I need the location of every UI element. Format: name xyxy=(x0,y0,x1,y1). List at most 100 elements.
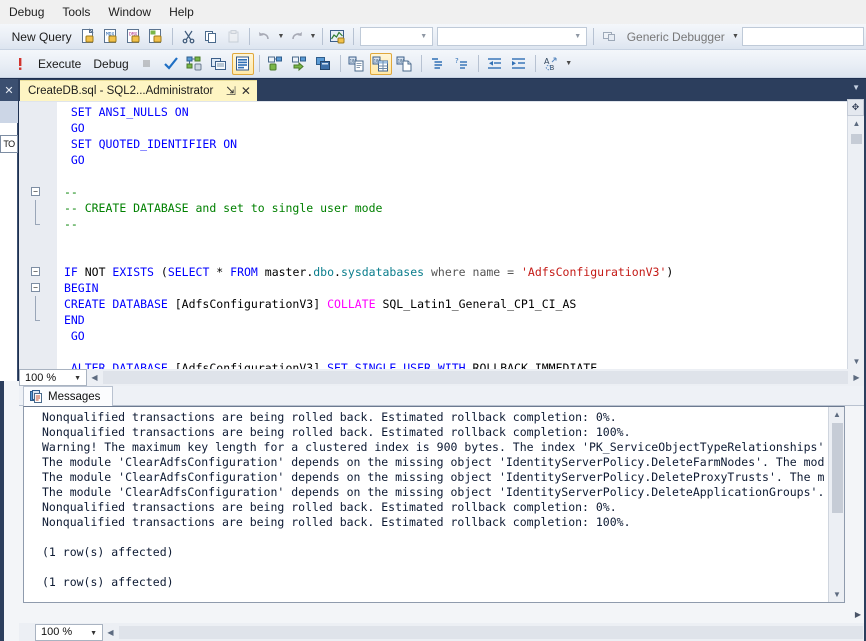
new-xmla-query-icon[interactable] xyxy=(146,26,167,48)
toolbar-overflow-icon[interactable]: ▼ xyxy=(564,60,574,67)
redo-dropdown-icon[interactable]: ▼ xyxy=(308,33,317,40)
chevron-down-icon: ▼ xyxy=(569,33,586,40)
results-pane: Messages Nonqualified transactions are b… xyxy=(19,386,864,641)
sql-editor[interactable]: SET ANSI_NULLS ON GO SET QUOTED_IDENTIFI… xyxy=(19,101,847,369)
debugger-target-icon xyxy=(599,26,620,48)
chevron-down-icon[interactable]: ▼ xyxy=(90,625,97,641)
comment-lines-icon[interactable] xyxy=(427,53,449,75)
svg-text:?: ? xyxy=(455,57,459,65)
specify-values-icon[interactable]: A B xyxy=(541,53,563,75)
execute-button[interactable]: Execute xyxy=(32,55,87,73)
editor-zoom-value: 100 % xyxy=(25,372,56,384)
code-line: GO xyxy=(57,120,847,136)
scroll-thumb[interactable] xyxy=(851,134,862,144)
scroll-track[interactable] xyxy=(119,626,863,639)
messages-vertical-scrollbar[interactable]: ▲ ▼ xyxy=(828,407,844,602)
left-panel-header xyxy=(0,101,18,123)
scroll-up-icon[interactable]: ▲ xyxy=(829,407,845,422)
new-dmx-query-icon[interactable]: DMX xyxy=(124,26,145,48)
results-zoom-value: 100 % xyxy=(41,626,72,638)
toolbar-combo-1[interactable]: ▼ xyxy=(360,27,433,46)
menu-bar: Debug Tools Window Help xyxy=(0,0,866,24)
undo-dropdown-icon[interactable]: ▼ xyxy=(276,33,285,40)
document-tab-createdb[interactable]: CreateDB.sql - SQL2...Administrator ⇲ ✕ xyxy=(20,80,257,101)
toolbar-separator xyxy=(249,28,250,45)
fold-guide xyxy=(35,216,36,224)
copy-icon[interactable] xyxy=(201,26,222,48)
connection-icon[interactable] xyxy=(313,53,335,75)
display-estimated-plan-icon[interactable] xyxy=(184,53,206,75)
parse-check-icon[interactable] xyxy=(160,53,182,75)
toolbar-separator xyxy=(535,55,536,72)
results-horizontal-scrollbar[interactable]: ◀ xyxy=(103,624,864,641)
scroll-left-icon[interactable]: ◀ xyxy=(103,625,118,640)
menu-item-debug[interactable]: Debug xyxy=(0,2,53,23)
code-line: GO xyxy=(57,328,847,344)
results-pane-expand-icon[interactable]: ▶ xyxy=(855,610,861,619)
scroll-down-icon[interactable]: ▼ xyxy=(848,354,865,369)
new-mdx-query-icon[interactable]: MDX xyxy=(101,26,122,48)
code-line: BEGIN xyxy=(57,280,847,296)
fold-guide xyxy=(35,296,36,312)
close-icon[interactable]: ✕ xyxy=(238,84,253,98)
left-panel-tag[interactable]: TO xyxy=(0,135,18,153)
scroll-track[interactable] xyxy=(103,371,848,384)
debugger-dropdown-icon[interactable]: ▼ xyxy=(731,33,740,40)
left-panel-close-stub[interactable]: ✕ xyxy=(0,79,18,101)
new-query-button[interactable]: New Query xyxy=(6,28,78,46)
results-to-grid-icon[interactable]: 101 xyxy=(370,53,392,75)
chevron-down-icon[interactable]: ▼ xyxy=(74,370,81,387)
standard-toolbar: New Query MDX DMX xyxy=(0,24,866,50)
toolbar-combo-3[interactable] xyxy=(742,27,864,46)
query-options-icon[interactable] xyxy=(208,53,230,75)
results-tab-strip xyxy=(19,386,864,406)
editor-horizontal-scrollbar[interactable]: ◀ ▶ xyxy=(87,369,864,386)
results-to-text-icon[interactable]: 101 xyxy=(346,53,368,75)
toolbar-combo-2[interactable]: ▼ xyxy=(437,27,587,46)
uncomment-lines-icon[interactable]: ? xyxy=(451,53,473,75)
scroll-left-icon[interactable]: ◀ xyxy=(87,370,102,385)
code-line xyxy=(57,232,847,248)
code-line: SET QUOTED_IDENTIFIER ON xyxy=(57,136,847,152)
code-line: -- xyxy=(57,184,847,200)
fold-toggle-icon[interactable]: − xyxy=(31,187,40,196)
tab-overflow-chevron-icon[interactable]: ▼ xyxy=(852,83,860,92)
cut-icon[interactable] xyxy=(178,26,199,48)
decrease-indent-icon[interactable] xyxy=(484,53,506,75)
scroll-down-icon[interactable]: ▼ xyxy=(829,587,845,602)
generic-debugger-label[interactable]: Generic Debugger xyxy=(621,28,731,46)
results-to-file-icon[interactable]: 101 xyxy=(394,53,416,75)
new-query-icon[interactable] xyxy=(79,26,100,48)
code-line: END xyxy=(57,312,847,328)
fold-guide xyxy=(35,200,36,216)
pin-icon[interactable]: ⇲ xyxy=(223,84,238,98)
scroll-right-icon[interactable]: ▶ xyxy=(849,370,864,385)
debug-button[interactable]: Debug xyxy=(87,55,134,73)
chevron-down-icon: ▼ xyxy=(415,33,432,40)
close-icon[interactable]: ✕ xyxy=(4,84,13,97)
scroll-thumb[interactable] xyxy=(832,423,843,513)
tab-messages[interactable]: Messages xyxy=(23,386,113,406)
results-zoom-combo[interactable]: 100 % ▼ xyxy=(35,624,103,641)
activity-monitor-icon[interactable] xyxy=(328,26,349,48)
editor-zoom-combo[interactable]: 100 % ▼ xyxy=(19,369,87,386)
increase-indent-icon[interactable] xyxy=(508,53,530,75)
menu-item-tools[interactable]: Tools xyxy=(53,2,99,23)
messages-output-box[interactable]: Nonqualified transactions are being roll… xyxy=(23,406,845,603)
editor-vertical-scrollbar[interactable]: ▲ ▼ xyxy=(847,116,864,369)
menu-item-window[interactable]: Window xyxy=(99,2,160,23)
include-client-statistics-icon[interactable] xyxy=(265,53,287,75)
sqlcmd-mode-icon[interactable] xyxy=(289,53,311,75)
menu-item-help[interactable]: Help xyxy=(160,2,203,23)
scroll-up-icon[interactable]: ▲ xyxy=(848,116,865,131)
document-tab-title: CreateDB.sql - SQL2...Administrator xyxy=(28,85,223,97)
fold-toggle-icon[interactable]: − xyxy=(31,267,40,276)
editor-splitter-handle[interactable]: ✥ xyxy=(847,99,864,116)
fold-toggle-icon[interactable]: − xyxy=(31,283,40,292)
sql-code-text[interactable]: SET ANSI_NULLS ON GO SET QUOTED_IDENTIFI… xyxy=(57,102,847,370)
toolbar-separator xyxy=(259,55,260,72)
code-line xyxy=(57,248,847,264)
include-actual-plan-icon[interactable] xyxy=(232,53,254,75)
toolbar-separator xyxy=(172,28,173,45)
fold-guide-end xyxy=(35,320,40,321)
